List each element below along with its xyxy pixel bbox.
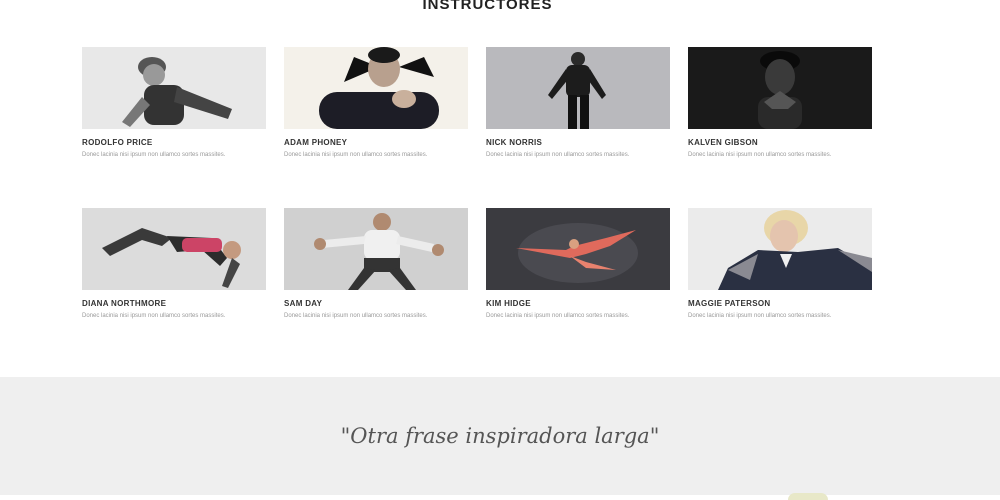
instructor-description: Donec lacinia nisi ipsum non ullamco sor… [486,313,630,319]
instructor-description: Donec lacinia nisi ipsum non ullamco sor… [688,313,832,319]
instructor-name: DIANA NORTHMORE [82,299,167,308]
inspirational-quote: "Otra frase inspiradora larga" [340,424,660,448]
instructor-photo [284,47,468,129]
instructor-name: ADAM PHONEY [284,138,348,147]
instructor-card[interactable]: KIM HIDGE Donec lacinia nisi ipsum non u… [486,208,670,369]
instructor-photo [284,208,468,290]
instructor-name: MAGGIE PATERSON [688,299,771,308]
instructor-card[interactable]: NICK NORRIS Donec lacinia nisi ipsum non… [486,47,670,208]
instructor-description: Donec lacinia nisi ipsum non ullamco sor… [688,152,832,158]
instructor-description: Donec lacinia nisi ipsum non ullamco sor… [486,152,630,158]
instructor-name: NICK NORRIS [486,138,543,147]
instructor-card[interactable]: MAGGIE PATERSON Donec lacinia nisi ipsum… [688,208,872,369]
instructor-description: Donec lacinia nisi ipsum non ullamco sor… [82,313,226,319]
footer-logo-icon [788,493,828,500]
instructor-card[interactable]: RODOLFO PRICE Donec lacinia nisi ipsum n… [82,47,266,208]
instructor-description: Donec lacinia nisi ipsum non ullamco sor… [82,152,226,158]
instructor-photo [688,47,872,129]
instructor-name: RODOLFO PRICE [82,138,153,147]
instructor-photo [688,208,872,290]
instructors-grid: RODOLFO PRICE Donec lacinia nisi ipsum n… [82,47,872,369]
instructor-name: SAM DAY [284,299,323,308]
instructor-photo [486,47,670,129]
instructor-card[interactable]: KALVEN GIBSON Donec lacinia nisi ipsum n… [688,47,872,208]
instructor-description: Donec lacinia nisi ipsum non ullamco sor… [284,313,428,319]
instructor-photo [486,208,670,290]
instructor-description: Donec lacinia nisi ipsum non ullamco sor… [284,152,428,158]
instructor-photo [82,47,266,129]
instructor-name: KALVEN GIBSON [688,138,758,147]
instructor-card[interactable]: DIANA NORTHMORE Donec lacinia nisi ipsum… [82,208,266,369]
instructor-name: KIM HIDGE [486,299,531,308]
instructor-card[interactable]: ADAM PHONEY Donec lacinia nisi ipsum non… [284,47,468,208]
instructor-card[interactable]: SAM DAY Donec lacinia nisi ipsum non ull… [284,208,468,369]
section-title: INSTRUCTORES [422,0,553,13]
instructor-photo [82,208,266,290]
